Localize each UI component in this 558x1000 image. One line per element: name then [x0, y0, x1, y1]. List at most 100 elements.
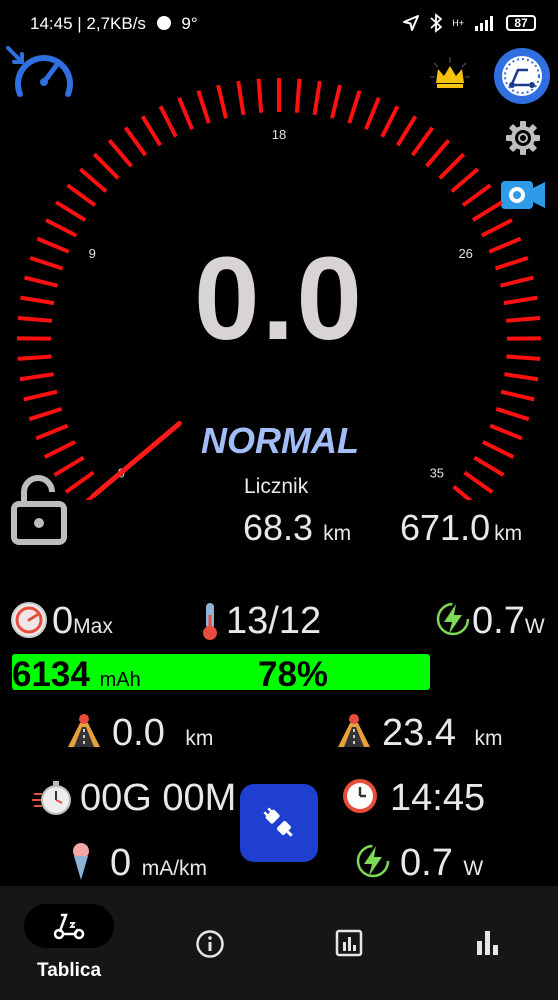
gauge-tick — [43, 440, 76, 459]
report-icon[interactable] — [335, 929, 363, 957]
gauge-tick — [35, 423, 69, 441]
trip-right: 23.4 km — [382, 712, 503, 755]
power-unit-2: W — [463, 857, 484, 880]
gauge-tick — [506, 354, 541, 361]
battery-mah-unit: mAh — [99, 669, 141, 691]
gauge-tick — [364, 97, 381, 130]
gauge-tick — [312, 80, 322, 116]
power-reading: 0.7W — [472, 600, 545, 643]
gauge-tick — [461, 183, 492, 207]
ride-time: 00G 00M — [80, 777, 237, 819]
battery-percent: 78% — [258, 655, 329, 694]
location-icon — [403, 15, 420, 31]
gauge-tick-label: 26 — [458, 246, 472, 261]
gauge-tick — [107, 139, 133, 168]
gauge-tick — [36, 236, 70, 254]
max-speed-label: Max — [73, 615, 113, 638]
consumption-value: 0 — [110, 842, 132, 884]
gauge-tick — [24, 275, 59, 288]
gauge-tick — [29, 255, 64, 271]
gauge-tick — [216, 84, 228, 119]
bar-chart-icon[interactable] — [475, 929, 501, 957]
data-saver-icon — [156, 16, 171, 30]
gauge-tick — [28, 406, 63, 422]
gauge-tick — [396, 115, 418, 147]
gauge-tick — [489, 423, 523, 441]
gauge-tick — [23, 389, 58, 402]
gauge-tick — [450, 167, 479, 193]
gauge-tick — [471, 200, 503, 222]
gauge-tick — [17, 354, 52, 361]
gauge-tick — [410, 126, 435, 157]
total-distance: 671.0 km — [400, 507, 522, 549]
trip-distance-unit: km — [323, 522, 352, 545]
riding-mode[interactable]: NORMAL — [170, 420, 390, 462]
power-value: 0.7 — [472, 600, 525, 642]
max-speed-icon — [11, 602, 47, 638]
temperature-reading: 13/12 — [226, 600, 322, 642]
max-speed-value: 0 — [52, 600, 74, 642]
gauge-tick — [495, 406, 530, 422]
trip-left-unit: km — [185, 727, 214, 750]
gauge-tick — [488, 236, 522, 254]
trip-left: 0.0 km — [112, 712, 213, 755]
gauge-tick — [55, 200, 87, 222]
status-right: H+ 87 — [402, 12, 536, 34]
power-unit: W — [524, 615, 545, 638]
nav-dashboard[interactable] — [24, 904, 114, 948]
gauge-tick — [177, 97, 194, 130]
gauge-tick — [330, 84, 342, 119]
gauge-tick — [494, 255, 529, 271]
gauge-tick — [19, 372, 54, 382]
stopwatch-icon — [32, 781, 71, 815]
gauge-tick — [140, 115, 162, 147]
gauge-tick — [503, 295, 538, 306]
gauge-tick — [158, 105, 178, 138]
status-temperature: 9° — [181, 14, 198, 33]
gauge-tick — [504, 372, 539, 382]
road-pin-icon — [68, 714, 100, 747]
max-speed: 0Max — [52, 600, 113, 643]
gauge-tick — [347, 90, 362, 124]
speed-needle — [91, 421, 182, 499]
gauge-tick — [92, 152, 120, 180]
signal-icon — [475, 16, 493, 31]
trip-distance-value: 68.3 — [243, 507, 314, 548]
status-time: 14:45 | 2,7KB/s — [30, 14, 146, 33]
gauge-tick — [79, 167, 108, 193]
clock-icon — [343, 779, 377, 813]
trip-left-value: 0.0 — [112, 712, 165, 754]
gauge-tick — [452, 485, 473, 500]
battery-level: 87 — [514, 16, 528, 30]
trip-distance: 68.3 km — [243, 507, 351, 549]
consumption-unit: mA/km — [141, 857, 208, 880]
gauge-tick — [506, 315, 541, 323]
scooter-icon — [53, 913, 85, 940]
speed-readout: 0.0 — [193, 233, 365, 365]
nav-dashboard-label: Tablica — [37, 960, 102, 981]
road-pin-icon-2 — [338, 714, 370, 747]
trip-right-unit: km — [474, 727, 503, 750]
gauge-tick — [294, 78, 302, 113]
power-value-2: 0.7 — [400, 842, 453, 884]
unlock-icon[interactable] — [10, 470, 72, 546]
gauge-tick — [425, 139, 451, 168]
gauge-tick — [482, 440, 515, 459]
bluetooth-icon — [430, 13, 443, 33]
gauge-tick-label: 35 — [430, 465, 444, 480]
gauge-tick-label: 9 — [89, 246, 96, 261]
consumption-icon — [73, 843, 89, 880]
gauge-tick — [66, 183, 97, 207]
info-icon[interactable] — [195, 929, 225, 959]
battery-mah-value: 6134 — [12, 655, 90, 694]
gauge-tick — [499, 275, 534, 288]
gauge-tick — [380, 105, 400, 138]
gauge-tick — [196, 90, 211, 124]
gauge-tick — [123, 126, 148, 157]
connect-button[interactable] — [240, 784, 318, 862]
status-left: 14:45 | 2,7KB/s 9° — [30, 14, 198, 34]
thermometer-icon — [203, 603, 217, 640]
gauge-tick — [480, 218, 513, 238]
power-reading-2: 0.7 W — [400, 842, 483, 885]
clock-time: 14:45 — [390, 777, 486, 819]
